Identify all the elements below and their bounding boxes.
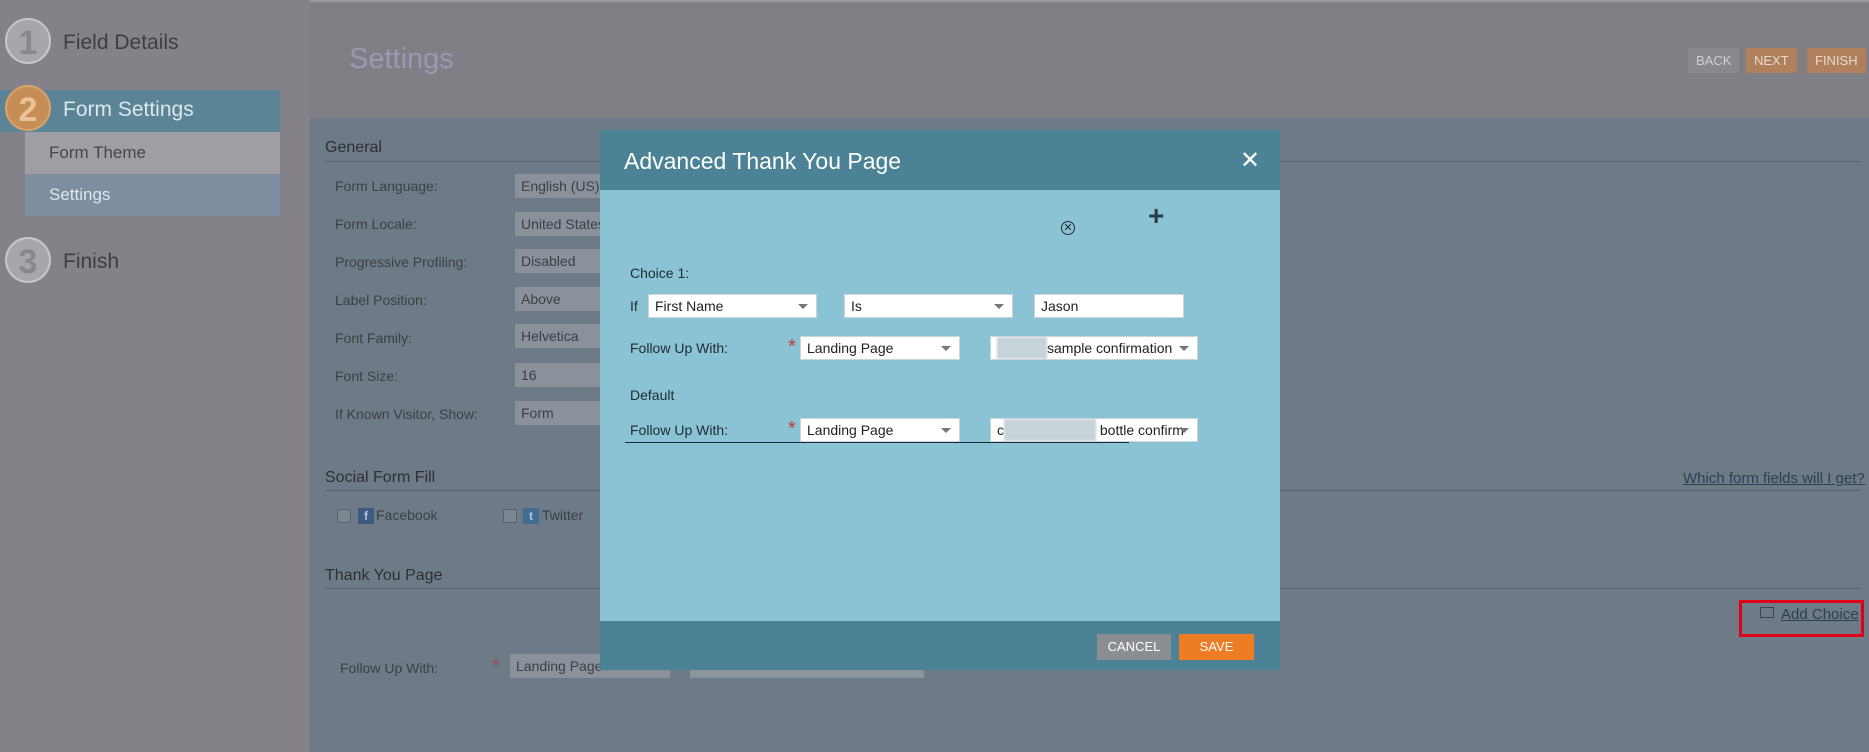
remove-choice-icon[interactable]: ✕ bbox=[1061, 221, 1075, 235]
known-visitor-select[interactable]: Form bbox=[515, 401, 605, 425]
general-section-title: General bbox=[325, 139, 382, 156]
back-button[interactable]: BACK bbox=[1688, 48, 1740, 73]
font-family-label: Font Family: bbox=[335, 330, 413, 346]
thank-you-section-title: Thank You Page bbox=[325, 567, 443, 584]
choice-label: Choice 1: bbox=[630, 265, 690, 281]
form-locale-select[interactable]: United States bbox=[515, 212, 605, 236]
add-choice-link[interactable]: Add Choice bbox=[1781, 606, 1859, 623]
redacted-text: xxxxxxx bbox=[997, 337, 1047, 359]
default-follow-page-prefix: c bbox=[997, 422, 1004, 438]
which-fields-link[interactable]: Which form fields will I get? bbox=[1683, 470, 1865, 487]
default-follow-page-value: bottle confirm bbox=[1099, 422, 1184, 438]
chevron-down-icon bbox=[798, 304, 808, 309]
required-indicator: * bbox=[788, 336, 796, 358]
condition-value-input[interactable]: Jason bbox=[1034, 294, 1184, 318]
choice-follow-page-value: sample confirmation bbox=[1047, 340, 1173, 356]
facebook-icon: f bbox=[358, 508, 374, 524]
condition-operator-select[interactable]: Is bbox=[844, 294, 1013, 318]
step-1-label[interactable]: Field Details bbox=[63, 31, 179, 55]
known-visitor-label: If Known Visitor, Show: bbox=[335, 406, 478, 422]
add-choice-icon bbox=[1760, 607, 1774, 618]
advanced-thank-you-modal: Advanced Thank You Page ✕ + Choice 1: ✕ … bbox=[600, 130, 1280, 670]
facebook-label: Facebook bbox=[376, 507, 438, 523]
label-position-label: Label Position: bbox=[335, 292, 427, 308]
close-icon[interactable]: ✕ bbox=[1240, 146, 1260, 175]
chevron-down-icon bbox=[1179, 346, 1189, 351]
choice-follow-page-select[interactable]: xxxxxxxsample confirmation bbox=[990, 336, 1198, 360]
step-1-number: 1 bbox=[5, 18, 51, 64]
form-language-label: Form Language: bbox=[335, 178, 438, 194]
label-position-select[interactable]: Above bbox=[515, 287, 605, 311]
step-2-label[interactable]: Form Settings bbox=[63, 98, 194, 122]
twitter-icon: t bbox=[523, 508, 539, 524]
twitter-checkbox[interactable] bbox=[503, 509, 517, 523]
thank-you-follow-label: Follow Up With: bbox=[340, 660, 439, 676]
chevron-down-icon bbox=[941, 428, 951, 433]
condition-field-select[interactable]: First Name bbox=[648, 294, 817, 318]
form-locale-label: Form Locale: bbox=[335, 216, 417, 232]
sidebar-item-form-theme[interactable]: Form Theme bbox=[25, 132, 280, 174]
font-size-label: Font Size: bbox=[335, 368, 399, 384]
default-follow-type-select[interactable]: Landing Page bbox=[800, 418, 960, 442]
add-choice-plus-icon[interactable]: + bbox=[1148, 200, 1164, 232]
default-label: Default bbox=[630, 387, 675, 403]
chevron-down-icon bbox=[941, 346, 951, 351]
choice-follow-type-select[interactable]: Landing Page bbox=[800, 336, 960, 360]
default-follow-type-value: Landing Page bbox=[807, 422, 894, 438]
default-follow-label: Follow Up With: bbox=[630, 422, 729, 438]
choice-follow-type-value: Landing Page bbox=[807, 340, 894, 356]
chevron-down-icon bbox=[994, 304, 1004, 309]
cancel-button[interactable]: CANCEL bbox=[1097, 634, 1171, 660]
if-label: If bbox=[630, 298, 638, 314]
social-section-title: Social Form Fill bbox=[325, 469, 436, 486]
modal-divider bbox=[625, 442, 1129, 443]
page-title: Settings bbox=[349, 43, 454, 75]
step-3-number: 3 bbox=[5, 237, 51, 283]
progressive-profiling-select[interactable]: Disabled bbox=[515, 249, 605, 273]
finish-button[interactable]: FINISH bbox=[1807, 48, 1866, 73]
modal-footer bbox=[600, 621, 1280, 670]
modal-title: Advanced Thank You Page bbox=[624, 148, 902, 174]
step-3-label[interactable]: Finish bbox=[63, 250, 119, 274]
required-indicator: * bbox=[788, 418, 796, 440]
choice-follow-label: Follow Up With: bbox=[630, 340, 729, 356]
condition-field-value: First Name bbox=[655, 298, 724, 314]
sidebar-item-settings[interactable]: Settings bbox=[25, 174, 280, 216]
main-header bbox=[310, 0, 1869, 118]
step-2-number: 2 bbox=[5, 85, 51, 131]
form-language-select[interactable]: English (US) bbox=[515, 174, 605, 198]
facebook-checkbox[interactable] bbox=[337, 509, 351, 523]
condition-operator-value: Is bbox=[851, 298, 862, 314]
font-size-select[interactable]: 16 bbox=[515, 363, 605, 387]
header-divider bbox=[310, 0, 1869, 2]
chevron-down-icon bbox=[1179, 428, 1189, 433]
twitter-label: Twitter bbox=[542, 507, 584, 523]
redacted-text: xxxxxxxxxxxxx bbox=[1004, 419, 1096, 441]
font-family-select[interactable]: Helvetica bbox=[515, 324, 605, 348]
required-indicator: * bbox=[492, 656, 500, 678]
default-follow-page-select[interactable]: cxxxxxxxxxxxxx bottle confirm bbox=[990, 418, 1198, 442]
save-button[interactable]: SAVE bbox=[1179, 634, 1254, 660]
progressive-profiling-label: Progressive Profiling: bbox=[335, 254, 468, 270]
next-button[interactable]: NEXT bbox=[1746, 48, 1797, 73]
